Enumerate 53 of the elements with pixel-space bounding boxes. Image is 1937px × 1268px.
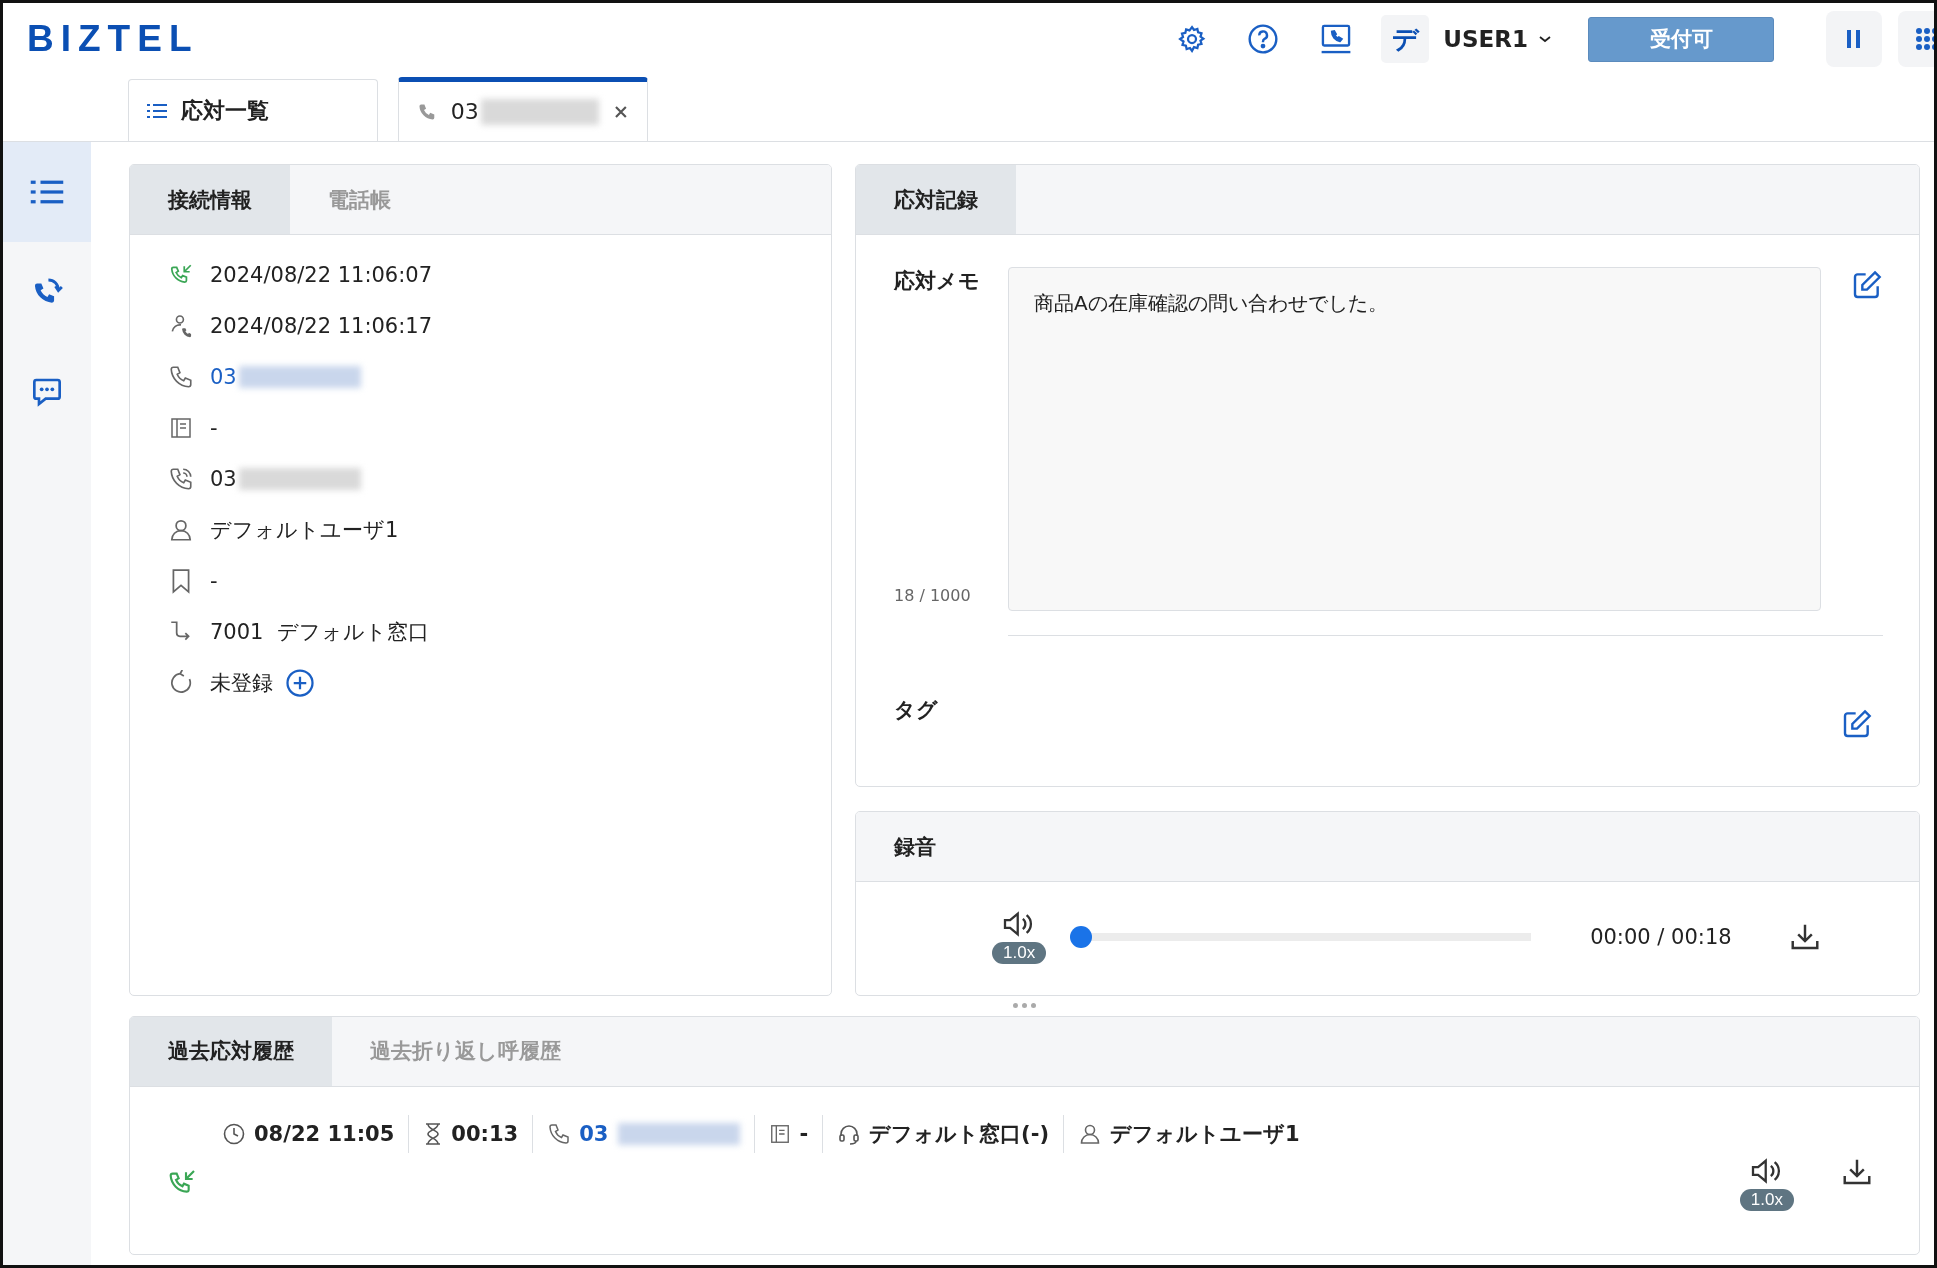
info-text: - [210,415,218,440]
apps-grid-icon [1915,25,1934,53]
call-time: 08/22 11:05 [254,1121,395,1146]
char-count: 18 / 1000 [894,586,972,607]
page-tab[interactable]: 応対一覧 [128,79,378,141]
list-icon [30,179,64,205]
help-icon[interactable] [1247,23,1280,55]
refresh-arrow-icon [168,669,194,696]
edit-icon[interactable] [1841,708,1873,740]
user-name: デフォルトユーザ1 [1110,1120,1300,1148]
info-text: 2024/08/22 11:06:07 [210,262,433,287]
info-text: デフォルトユーザ1 [210,516,399,544]
settings-icon[interactable] [1177,24,1208,54]
playback-time: 00:00 / 00:18 [1590,925,1732,949]
user-menu[interactable]: USER1 [1443,26,1552,52]
logo: BIZTEL [27,18,199,60]
chat-icon [30,376,64,408]
phone-link[interactable]: 03 [579,1121,609,1146]
clock-icon [222,1121,246,1146]
info-text: 2024/08/22 11:06:17 [210,313,433,338]
add-icon[interactable] [285,667,315,698]
list-icon [147,102,167,119]
memo-field[interactable]: 商品Aの在庫確認の問い合わせでした。 [1008,267,1821,611]
phone-icon [168,363,194,390]
call-duration: 00:13 [451,1121,519,1146]
panel-title: 録音 [894,833,936,861]
playback-speed-button[interactable]: 1.0x [1739,1188,1794,1211]
info-text: 03 [210,466,237,491]
playback-speed-button[interactable]: 1.0x [992,942,1047,964]
pause-icon [1846,28,1862,50]
edit-icon[interactable] [1851,269,1883,301]
panel-tab[interactable]: 接続情報 [130,165,290,234]
phone-link[interactable]: 03 [210,364,237,389]
tag-label: タグ [894,697,938,724]
page-tab[interactable]: 03 [398,77,648,141]
info-text: - [210,568,218,593]
chevron-down-icon [1538,34,1552,44]
phone-icon [547,1121,572,1146]
panel-tab[interactable]: 過去応対履歴 [130,1016,332,1086]
user-avatar[interactable]: デ [1381,15,1430,63]
pause-button[interactable] [1826,11,1882,67]
tab-label: 応対一覧 [181,96,269,125]
panel-tab[interactable]: 応対記録 [856,165,1016,234]
document-icon [769,1122,792,1145]
info-text: 7001 デフォルト窓口 [210,618,429,646]
sidebar-item[interactable] [3,142,91,242]
document-icon [168,415,194,440]
info-text: 未登録 [210,669,273,697]
memo-label: 応対メモ [894,268,981,295]
tab-label: 03 [450,99,479,124]
queue-name: デフォルト窓口(-) [869,1120,1049,1148]
note-value: - [799,1121,809,1146]
phone-ringing-icon [168,465,194,492]
